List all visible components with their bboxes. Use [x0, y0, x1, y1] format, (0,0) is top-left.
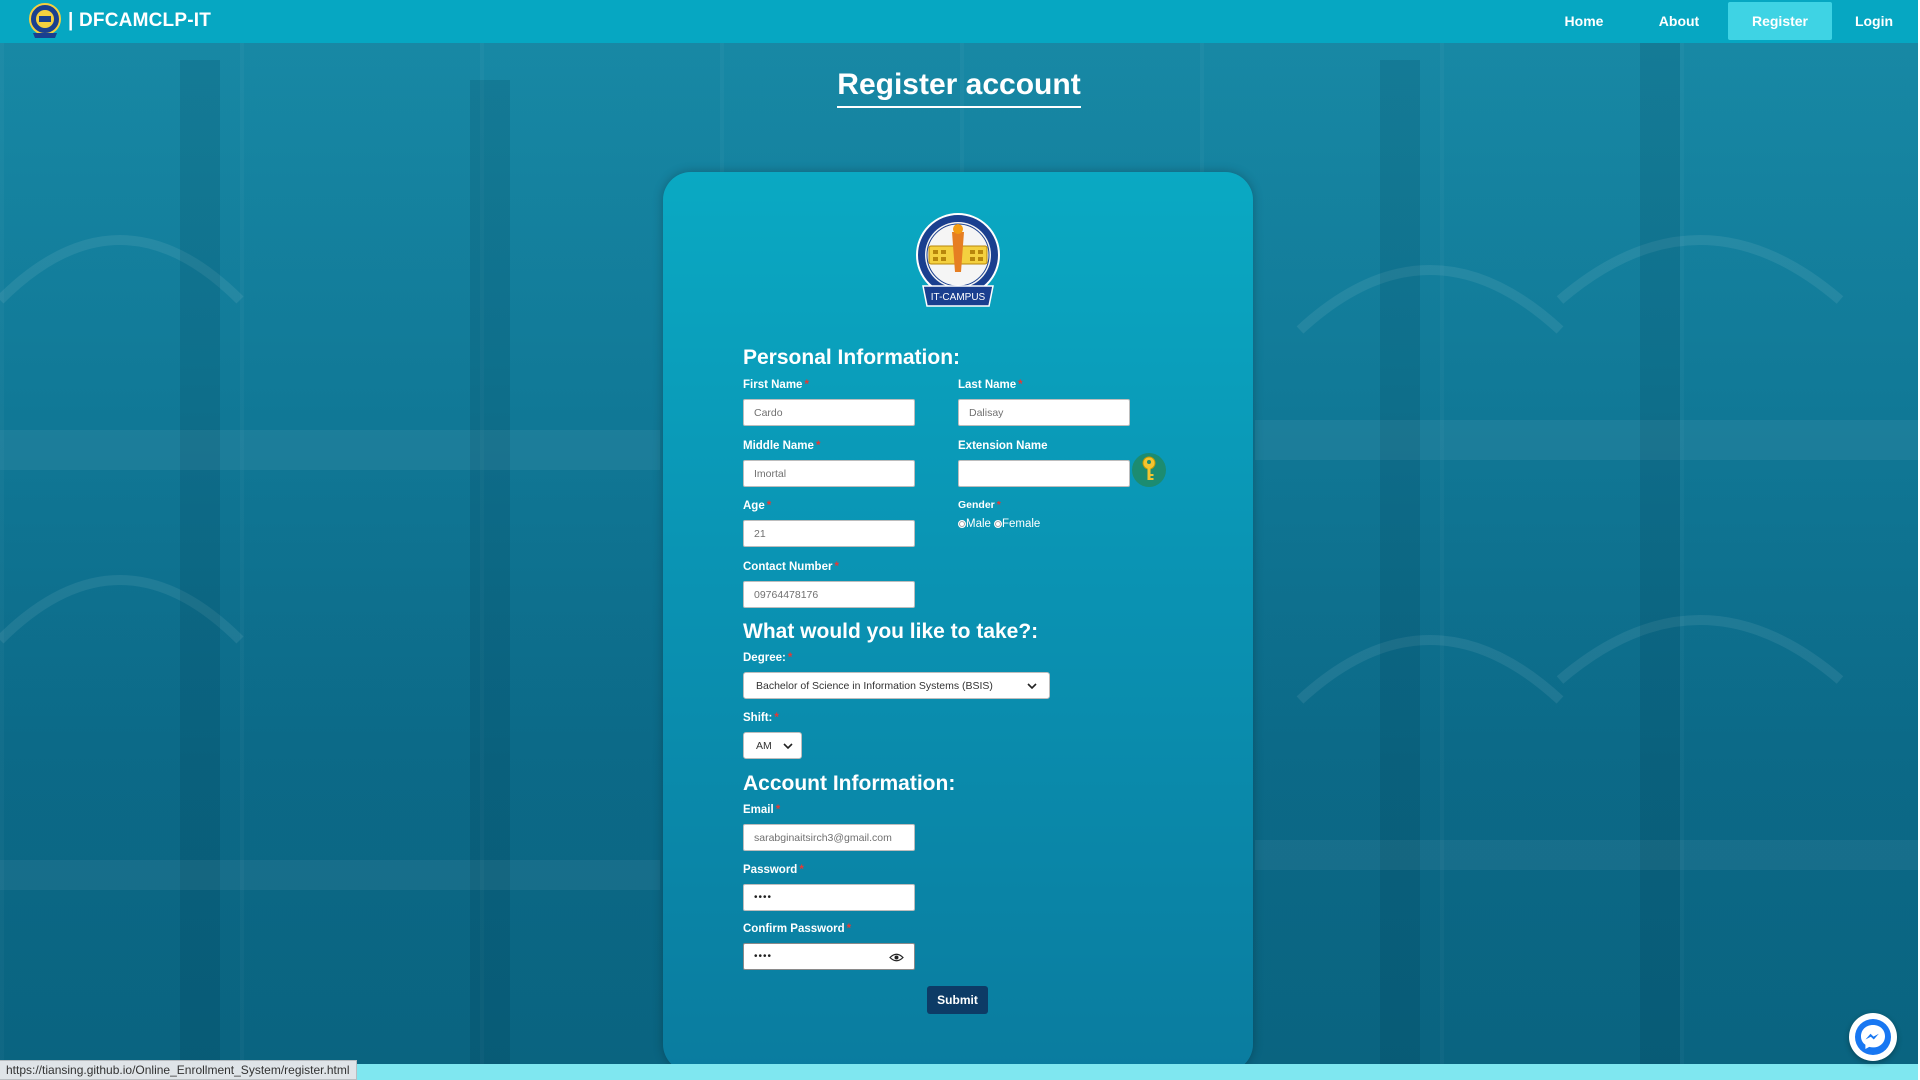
- degree-label: Degree: *: [743, 652, 793, 664]
- gender-male-label: Male: [966, 518, 991, 530]
- it-campus-logo: IT-CAMPUS: [916, 213, 1000, 307]
- nav-login-link[interactable]: Login: [1832, 2, 1916, 40]
- nav-links: Home About Register Login: [1534, 2, 1920, 40]
- gender-radio-group: Male Female: [958, 518, 1040, 530]
- age-label: Age *: [743, 500, 772, 512]
- top-navbar: | DFCAMCLP-IT Home About Register Login: [0, 0, 1920, 43]
- brand-name: | DFCAMCLP-IT: [68, 10, 212, 31]
- submit-button[interactable]: Submit: [927, 986, 988, 1014]
- middle-name-label: Middle Name *: [743, 440, 821, 452]
- password-label: Password *: [743, 864, 804, 876]
- register-card: IT-CAMPUS Personal Information: First Na…: [663, 172, 1253, 1072]
- gender-male-radio[interactable]: [958, 520, 966, 528]
- course-heading: What would you like to take?:: [743, 620, 1039, 643]
- email-input[interactable]: sarabginaitsirch3@gmail.com: [743, 824, 915, 851]
- degree-select[interactable]: Bachelor of Science in Information Syste…: [743, 672, 1050, 699]
- degree-selected: Bachelor of Science in Information Syste…: [756, 679, 993, 692]
- gender-label: Gender *: [958, 499, 1001, 511]
- status-bar-url: https://tiansing.github.io/Online_Enroll…: [0, 1060, 357, 1080]
- extension-name-label: Extension Name: [958, 440, 1048, 452]
- middle-name-input[interactable]: Imortal: [743, 460, 915, 487]
- account-info-heading: Account Information:: [743, 772, 956, 795]
- nav-register-link[interactable]: Register: [1728, 2, 1832, 40]
- contact-number-input[interactable]: 09764478176: [743, 581, 915, 608]
- last-name-label: Last Name *: [958, 379, 1023, 391]
- eye-icon[interactable]: [889, 952, 904, 963]
- page-title-wrap: Register account: [0, 68, 1918, 108]
- brand[interactable]: | DFCAMCLP-IT: [28, 1, 211, 41]
- email-label: Email *: [743, 804, 781, 816]
- first-name-input[interactable]: Cardo: [743, 399, 915, 426]
- personal-info-heading: Personal Information:: [743, 346, 961, 369]
- chevron-down-icon: [1027, 682, 1037, 689]
- age-input[interactable]: 21: [743, 520, 915, 547]
- chevron-down-icon: [783, 742, 793, 749]
- password-input[interactable]: ••••: [743, 884, 915, 911]
- school-logo-icon: [29, 3, 61, 38]
- confirm-password-input[interactable]: ••••: [743, 943, 915, 970]
- shift-selected: AM: [756, 739, 772, 752]
- nav-about-link[interactable]: About: [1634, 2, 1724, 40]
- confirm-password-label: Confirm Password *: [743, 923, 852, 935]
- contact-number-label: Contact Number *: [743, 561, 839, 573]
- gender-female-radio[interactable]: [993, 520, 1002, 528]
- logo-caption: IT-CAMPUS: [931, 292, 986, 303]
- password-manager-key-icon[interactable]: [1132, 453, 1166, 487]
- first-name-label: First Name *: [743, 379, 809, 391]
- shift-label: Shift: *: [743, 712, 779, 724]
- confirm-password-value: ••••: [754, 951, 773, 962]
- page-title: Register account: [837, 68, 1081, 108]
- messenger-icon: [1855, 1019, 1891, 1055]
- last-name-input[interactable]: Dalisay: [958, 399, 1130, 426]
- shift-select[interactable]: AM: [743, 732, 802, 759]
- gender-female-label: Female: [1001, 518, 1041, 530]
- nav-home-link[interactable]: Home: [1534, 2, 1634, 40]
- messenger-chat-button[interactable]: [1849, 1013, 1897, 1061]
- extension-name-input[interactable]: [958, 460, 1130, 487]
